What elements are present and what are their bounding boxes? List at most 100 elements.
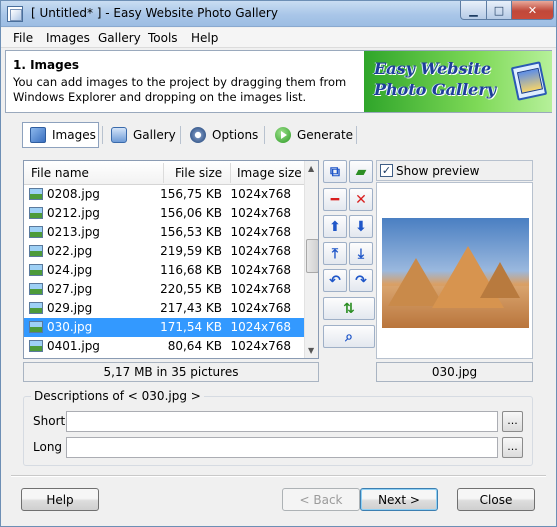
column-file-name[interactable]: File name <box>31 166 89 180</box>
move-up-button[interactable]: ⬆ <box>323 215 347 238</box>
generate-play-icon <box>275 127 291 143</box>
close-window-button[interactable]: ✕ <box>511 1 554 20</box>
table-row[interactable]: 0212.jpg 156,06 KB 1024x768 <box>24 204 304 223</box>
tab-separator <box>356 126 357 144</box>
image-preview-panel <box>376 182 533 359</box>
scroll-up-arrow[interactable]: ▲ <box>308 164 314 173</box>
product-banner: Easy Website Photo Gallery <box>364 51 552 112</box>
image-size-cell: 1024x768 <box>230 206 291 220</box>
scroll-down-arrow[interactable]: ▼ <box>308 346 314 355</box>
maximize-button[interactable]: □ <box>486 1 512 20</box>
clear-all-icon: ✕ <box>355 191 367 208</box>
file-name-cell: 027.jpg <box>47 282 93 296</box>
table-row[interactable]: 0208.jpg 156,75 KB 1024x768 <box>24 185 304 204</box>
move-bottom-button[interactable]: ⤓ <box>349 242 373 265</box>
table-row[interactable]: 022.jpg 219,59 KB 1024x768 <box>24 242 304 261</box>
column-divider[interactable] <box>163 163 164 183</box>
column-divider[interactable] <box>230 163 231 183</box>
file-name-cell: 0212.jpg <box>47 206 100 220</box>
short-browse-button[interactable]: ... <box>502 411 523 432</box>
show-preview-toggle[interactable]: ✓ Show preview <box>376 160 533 181</box>
preview-zoom-button[interactable]: ⌕ <box>323 325 375 348</box>
menu-file[interactable]: File <box>13 31 33 45</box>
table-row[interactable]: 030.jpg 171,54 KB 1024x768 <box>24 318 304 337</box>
tab-generate-label: Generate <box>297 128 354 142</box>
clear-all-button[interactable]: ✕ <box>349 188 373 211</box>
file-name-cell: 024.jpg <box>47 263 93 277</box>
move-down-button[interactable]: ⬇ <box>349 215 373 238</box>
show-preview-label: Show preview <box>396 164 480 178</box>
image-size-cell: 1024x768 <box>230 187 291 201</box>
short-label: Short <box>33 414 66 428</box>
image-file-list[interactable]: File name File size Image size 0208.jpg 1… <box>23 160 319 359</box>
list-scrollbar[interactable]: ▲ ▼ <box>304 161 318 358</box>
gallery-icon <box>111 127 127 143</box>
rotate-right-button[interactable]: ↷ <box>349 269 373 292</box>
image-file-icon <box>29 245 43 257</box>
tab-gallery[interactable]: Gallery <box>104 122 180 148</box>
add-folder-button[interactable]: ▰ <box>349 160 373 183</box>
tab-separator <box>102 126 103 144</box>
image-size-cell: 1024x768 <box>230 225 291 239</box>
show-preview-checkbox[interactable]: ✓ <box>380 164 393 177</box>
sort-button[interactable]: ⇅ <box>323 297 375 320</box>
options-gear-icon <box>190 127 206 143</box>
back-button[interactable]: < Back <box>282 488 360 511</box>
image-size-cell: 1024x768 <box>230 339 291 353</box>
table-row[interactable]: 029.jpg 217,43 KB 1024x768 <box>24 299 304 318</box>
scroll-thumb[interactable] <box>306 239 318 273</box>
menu-images[interactable]: Images <box>46 31 90 45</box>
image-file-icon <box>29 188 43 200</box>
file-name-cell: 0401.jpg <box>47 339 100 353</box>
rotate-left-icon: ↶ <box>329 272 341 289</box>
banner-photo-icon <box>510 61 548 101</box>
long-browse-button[interactable]: ... <box>502 437 523 458</box>
remove-button[interactable]: ━ <box>323 188 347 211</box>
rotate-left-button[interactable]: ↶ <box>323 269 347 292</box>
footer-divider <box>11 475 546 477</box>
file-size-cell: 156,53 KB <box>160 225 222 239</box>
next-button[interactable]: Next > <box>360 488 438 511</box>
close-button[interactable]: Close <box>457 488 535 511</box>
add-folder-icon: ▰ <box>355 163 367 180</box>
file-name-cell: 029.jpg <box>47 301 93 315</box>
image-size-cell: 1024x768 <box>230 282 291 296</box>
tab-gallery-label: Gallery <box>133 128 176 142</box>
menu-gallery[interactable]: Gallery <box>98 31 141 45</box>
file-size-cell: 116,68 KB <box>160 263 222 277</box>
app-icon[interactable] <box>7 6 23 22</box>
rotate-right-icon: ↷ <box>355 272 367 289</box>
image-size-cell: 1024x768 <box>230 244 291 258</box>
image-file-icon <box>29 226 43 238</box>
table-row[interactable]: 0401.jpg 80,64 KB 1024x768 <box>24 337 304 356</box>
maximize-icon: □ <box>493 3 505 17</box>
copy-images-icon: ⧉ <box>330 163 340 180</box>
banner-line-2: Photo Gallery <box>374 80 497 99</box>
file-size-cell: 220,55 KB <box>160 282 222 296</box>
image-file-icon <box>29 302 43 314</box>
tab-options[interactable]: Options <box>183 122 265 148</box>
minimize-button[interactable]: ▁ <box>460 1 487 20</box>
file-size-cell: 156,75 KB <box>160 187 222 201</box>
long-label: Long <box>33 440 63 454</box>
short-description-input[interactable] <box>66 411 498 432</box>
image-size-cell: 1024x768 <box>230 320 291 334</box>
menu-tools[interactable]: Tools <box>148 31 178 45</box>
column-image-size[interactable]: Image size <box>237 166 302 180</box>
menu-help[interactable]: Help <box>191 31 218 45</box>
long-description-input[interactable] <box>66 437 498 458</box>
image-file-icon <box>29 340 43 352</box>
table-row[interactable]: 024.jpg 116,68 KB 1024x768 <box>24 261 304 280</box>
tab-generate[interactable]: Generate <box>268 122 356 148</box>
table-row[interactable]: 027.jpg 220,55 KB 1024x768 <box>24 280 304 299</box>
file-name-cell: 0208.jpg <box>47 187 100 201</box>
tab-images[interactable]: Images <box>22 122 99 148</box>
file-size-cell: 217,43 KB <box>160 301 222 315</box>
table-row[interactable]: 0213.jpg 156,53 KB 1024x768 <box>24 223 304 242</box>
step-title: 1. Images <box>13 58 80 72</box>
column-file-size[interactable]: File size <box>175 166 222 180</box>
help-button[interactable]: Help <box>21 488 99 511</box>
move-top-button[interactable]: ⤒ <box>323 242 347 265</box>
title-bar[interactable]: [ Untitled* ] - Easy Website Photo Galle… <box>1 1 556 27</box>
copy-images-button[interactable]: ⧉ <box>323 160 347 183</box>
